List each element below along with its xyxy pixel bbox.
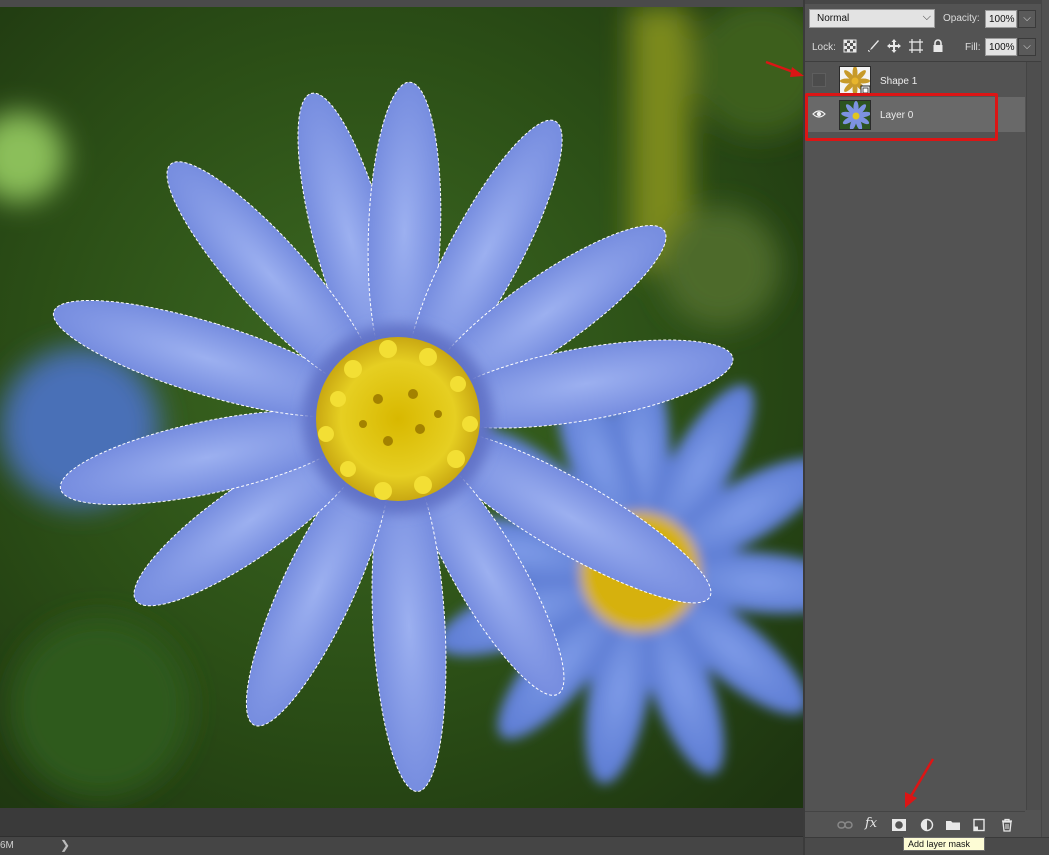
lock-position-icon[interactable] <box>887 39 901 53</box>
fill-dropdown-button[interactable]: ⌵ <box>1018 38 1036 56</box>
blend-mode-dropdown[interactable]: Normal ⌵ <box>809 9 935 28</box>
panel-divider <box>805 61 1049 62</box>
opacity-dropdown-button[interactable]: ⌵ <box>1018 10 1036 28</box>
lock-all-icon[interactable] <box>931 39 945 53</box>
flower-thumbnail-icon <box>840 67 870 95</box>
lock-artboard-icon[interactable] <box>909 39 923 53</box>
chevron-down-icon: ⌵ <box>922 11 931 23</box>
layer-thumbnail-shape-1[interactable] <box>839 66 871 96</box>
opacity-label: Opacity: <box>943 13 980 24</box>
fill-input[interactable]: 100% <box>985 38 1017 56</box>
add-layer-mask-icon[interactable] <box>891 818 907 832</box>
status-menu-arrow[interactable]: ❯ <box>60 838 70 852</box>
adjustment-layer-icon[interactable] <box>919 818 935 832</box>
status-bar <box>0 808 803 836</box>
fx-icon[interactable]: fx <box>865 816 881 831</box>
opacity-input[interactable]: 100% <box>985 10 1017 28</box>
visibility-toggle-off[interactable] <box>812 73 826 87</box>
lock-image-pixels-icon[interactable] <box>866 39 880 53</box>
new-layer-icon[interactable] <box>971 818 987 832</box>
document-status-strip: 6M ❯ <box>0 836 803 855</box>
trash-icon[interactable] <box>999 818 1015 832</box>
flower-photo[interactable] <box>0 7 803 808</box>
chevron-down-icon: ⌵ <box>1023 41 1031 52</box>
chevron-down-icon: ⌵ <box>1023 13 1031 24</box>
tooltip: Add layer mask <box>903 837 985 851</box>
folder-icon[interactable] <box>945 818 961 832</box>
blend-mode-value: Normal <box>817 13 850 24</box>
document-size-text: 6M <box>0 840 14 851</box>
lock-label: Lock: <box>812 42 836 53</box>
link-layers-icon[interactable] <box>837 818 853 832</box>
fill-label: Fill: <box>965 42 981 53</box>
panel-right-edge <box>1041 0 1049 855</box>
layers-bottom-toolbar: fx <box>805 811 1025 837</box>
layer-name: Shape 1 <box>880 76 918 87</box>
layers-panel: Normal ⌵ Opacity: 100% ⌵ Lock: Fill: 100… <box>803 0 1049 855</box>
document-canvas[interactable] <box>0 0 803 808</box>
lock-transparent-pixels-icon[interactable] <box>843 39 857 53</box>
selected-layer-highlight-annotation <box>805 93 998 141</box>
panel-top-edge <box>805 0 1049 4</box>
annotation-arrow-icon <box>765 60 804 77</box>
annotation-arrow-icon <box>905 758 935 808</box>
canvas-top-strip <box>0 0 803 7</box>
